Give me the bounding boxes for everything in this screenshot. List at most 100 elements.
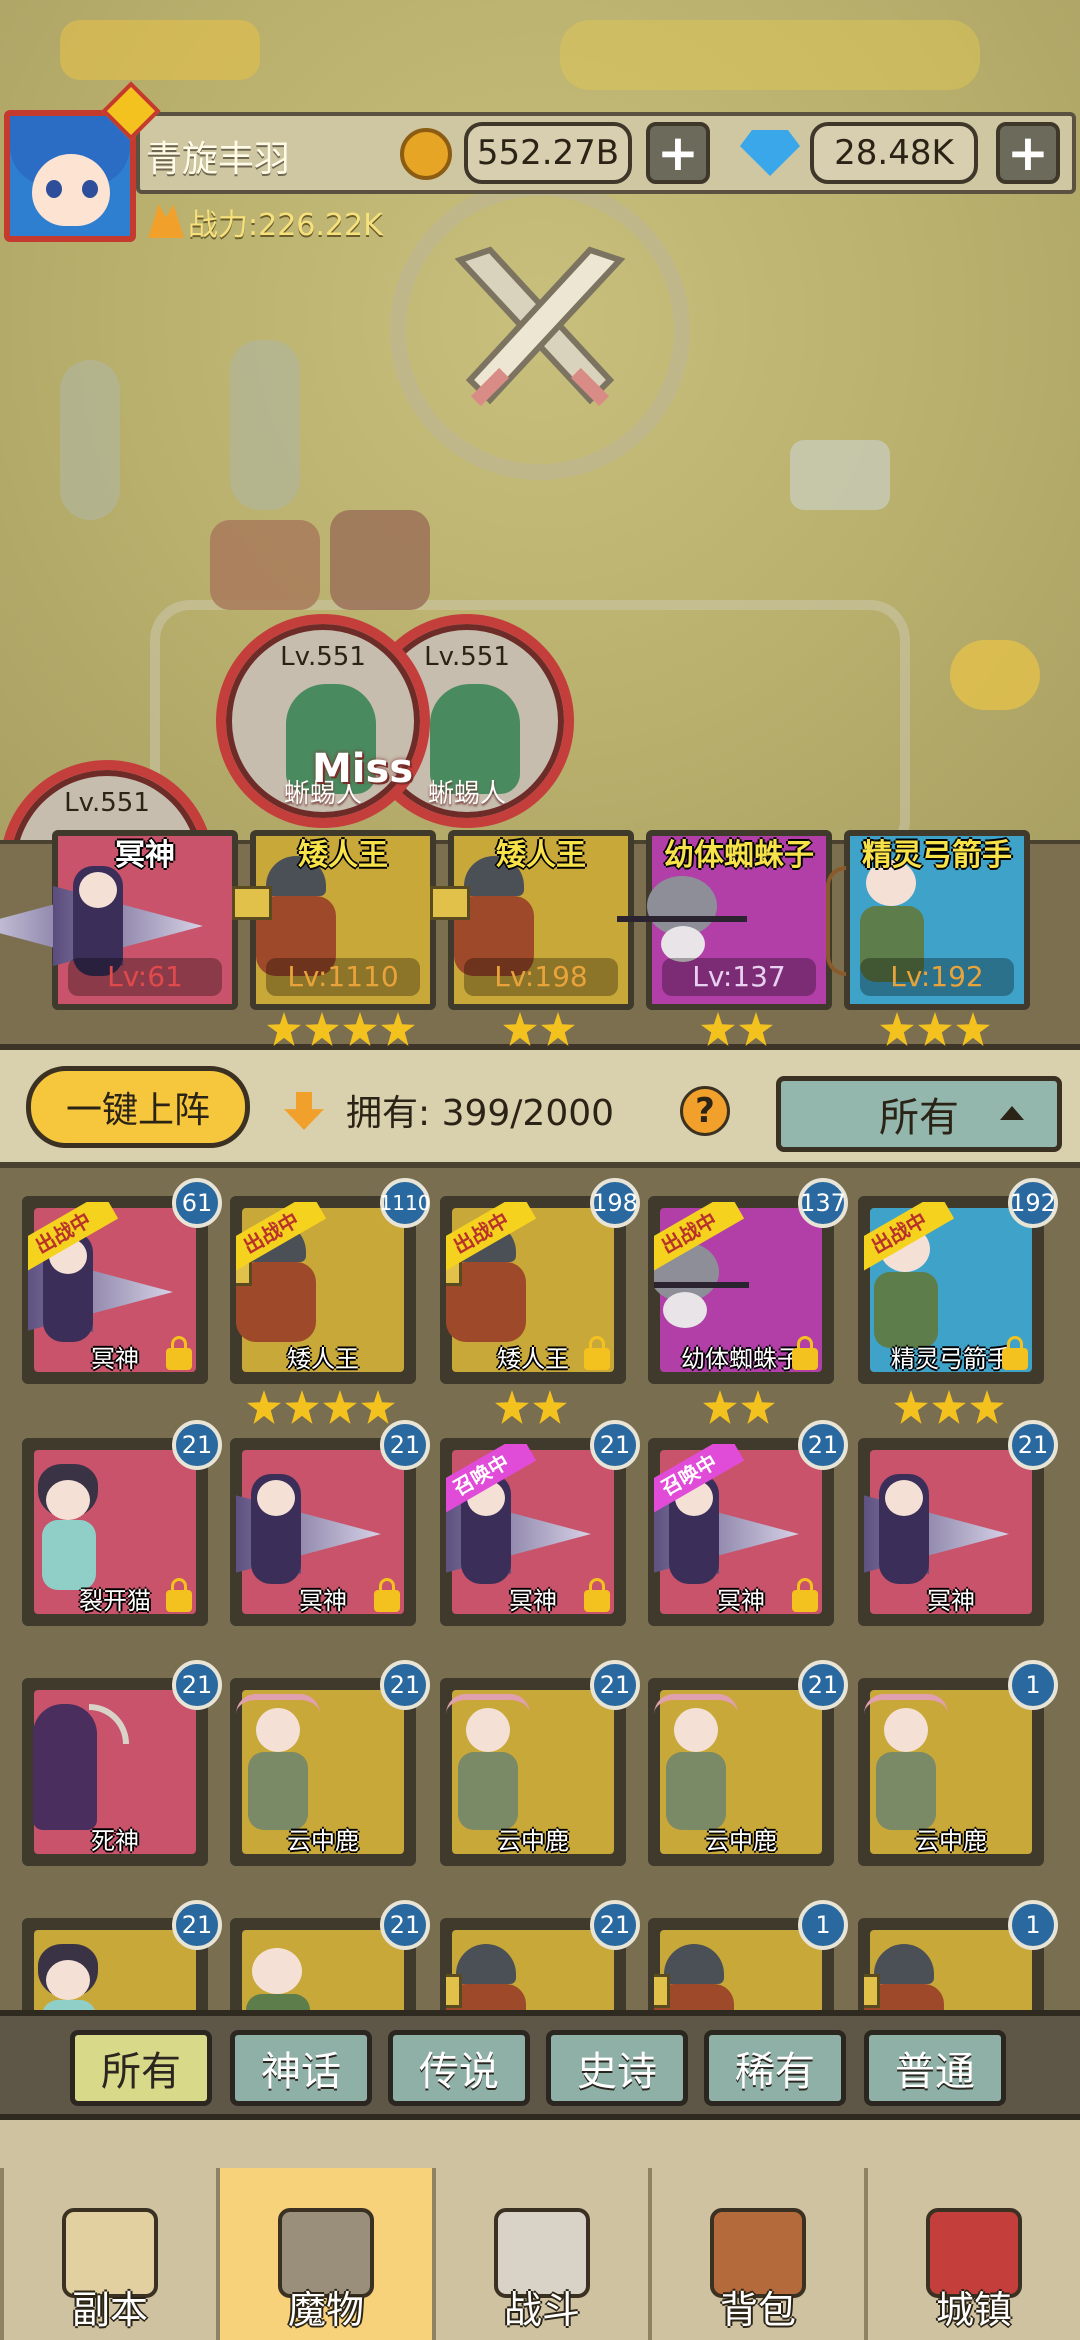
team-slot[interactable]: 矮人王 Lv:198 xyxy=(430,830,634,1010)
owned-value: 399/2000 xyxy=(441,1093,615,1134)
help-icon[interactable]: ? xyxy=(680,1086,730,1136)
star-rating xyxy=(247,1390,395,1424)
star-rating xyxy=(503,1012,575,1046)
cactus-decoration xyxy=(60,360,120,520)
level-badge: 61 xyxy=(172,1178,222,1228)
avatar-face xyxy=(32,154,110,226)
star-icon xyxy=(533,1390,567,1424)
nav-label: 背包 xyxy=(719,2288,796,2332)
filter-value: 所有 xyxy=(879,1095,959,1141)
monster-card[interactable]: 云中鹿 xyxy=(230,1678,416,1866)
rarity-tab[interactable]: 史诗 xyxy=(546,2030,688,2106)
nav-label: 副本 xyxy=(71,2288,148,2332)
reaper-character xyxy=(28,1694,133,1834)
monster-card[interactable]: 死神 xyxy=(22,1678,208,1866)
star-icon xyxy=(739,1012,773,1046)
monster-card[interactable]: 冥神 召唤中 xyxy=(440,1438,626,1626)
rarity-tab[interactable]: 稀有 xyxy=(704,2030,846,2106)
nav-town-shop[interactable]: 城镇 xyxy=(864,2168,1080,2340)
team-slot[interactable]: 精灵弓箭手 Lv:192 xyxy=(826,830,1030,1010)
dark-god-character xyxy=(236,1454,331,1594)
monster-card[interactable]: 冥神 xyxy=(230,1438,416,1626)
rarity-tab[interactable]: 传说 xyxy=(388,2030,530,2106)
rarity-tab[interactable]: 所有 xyxy=(70,2030,212,2106)
level-badge: 198 xyxy=(590,1178,640,1228)
dragon-skeleton-decoration xyxy=(60,20,260,80)
monster-grid[interactable]: 冥神 出战中 61 矮人王 出战中 1110 矮人王 出战中 198 幼体蜘蛛子 出战中 137 精灵弓… xyxy=(0,1168,1080,2018)
auto-deploy-button[interactable]: 一键上阵 xyxy=(26,1066,250,1148)
avatar-eye xyxy=(82,180,98,198)
star-icon xyxy=(285,1390,319,1424)
filter-dropdown[interactable]: 所有 xyxy=(776,1076,1062,1152)
monster-card[interactable]: 冥神 出战中 xyxy=(22,1196,208,1384)
star-icon xyxy=(541,1012,575,1046)
star-icon xyxy=(503,1012,537,1046)
nav-map[interactable]: 副本 xyxy=(0,2168,216,2340)
owned-count: 拥有: 399/2000 xyxy=(346,1084,614,1136)
cloud-deer-character xyxy=(864,1694,964,1834)
monster-card[interactable]: 矮人王 出战中 xyxy=(440,1196,626,1384)
monster-name: 云中鹿 xyxy=(287,1827,359,1855)
rarity-tab[interactable]: 神话 xyxy=(230,2030,372,2106)
star-icon xyxy=(267,1012,301,1046)
lock-icon[interactable] xyxy=(374,1578,400,1612)
cloud-deer-character xyxy=(654,1694,754,1834)
star-icon xyxy=(703,1390,737,1424)
nav-crossed-swords[interactable]: 战斗 xyxy=(432,2168,648,2340)
star-icon xyxy=(305,1012,339,1046)
lock-icon[interactable] xyxy=(584,1336,610,1370)
add-coins-button[interactable]: + xyxy=(646,122,710,184)
nav-label: 魔物 xyxy=(287,2288,364,2332)
team-slot[interactable]: 幼体蜘蛛子 Lv:137 xyxy=(617,830,832,1010)
monster-card[interactable]: 冥神 召唤中 xyxy=(648,1438,834,1626)
lock-icon[interactable] xyxy=(166,1336,192,1370)
monster-card[interactable]: 云中鹿 xyxy=(440,1678,626,1866)
team-slot-level: Lv:61 xyxy=(68,958,222,996)
lock-icon[interactable] xyxy=(792,1578,818,1612)
rarity-tab[interactable]: 普通 xyxy=(864,2030,1006,2106)
lock-icon[interactable] xyxy=(166,1578,192,1612)
monster-card[interactable]: 冥神 xyxy=(858,1438,1044,1626)
team-slot-name: 矮人王 xyxy=(298,838,388,873)
level-badge: 1 xyxy=(798,1900,848,1950)
star-icon xyxy=(894,1390,928,1424)
skull-icon xyxy=(950,640,1040,710)
dwarf-king-character xyxy=(864,1934,964,2018)
team-slot-name: 幼体蜘蛛子 xyxy=(664,838,814,873)
monster-name: 死神 xyxy=(91,1827,139,1855)
monster-card[interactable]: 幼体蜘蛛子 出战中 xyxy=(648,1196,834,1384)
star-icon xyxy=(361,1390,395,1424)
level-badge: 21 xyxy=(172,1900,222,1950)
monster-card[interactable]: 云中鹿 xyxy=(858,1678,1044,1866)
lock-icon[interactable] xyxy=(792,1336,818,1370)
level-badge: 1 xyxy=(1008,1660,1058,1710)
add-gems-button[interactable]: + xyxy=(996,122,1060,184)
star-icon xyxy=(381,1012,415,1046)
enemy-marker[interactable]: Lv.551 蜥蜴人 xyxy=(216,614,430,828)
level-badge: 21 xyxy=(590,1900,640,1950)
star-icon xyxy=(323,1390,357,1424)
team-slot[interactable]: 冥神 Lv:61 xyxy=(0,830,238,1010)
nav-backpack[interactable]: 背包 xyxy=(648,2168,864,2340)
monster-card[interactable]: 精灵弓箭手 出战中 xyxy=(858,1196,1044,1384)
monster-card[interactable]: 云中鹿 xyxy=(648,1678,834,1866)
combat-power: 战力:226.22K xyxy=(188,208,383,243)
monster-name: 云中鹿 xyxy=(497,1827,569,1855)
level-badge: 21 xyxy=(1008,1420,1058,1470)
crossed-swords-icon[interactable] xyxy=(440,230,640,430)
treasure-chest-icon[interactable] xyxy=(790,440,890,510)
player-avatar[interactable] xyxy=(4,110,136,242)
nav-monster-helmet[interactable]: 魔物 xyxy=(216,2168,432,2340)
lock-icon[interactable] xyxy=(1002,1336,1028,1370)
level-badge: 1 xyxy=(1008,1900,1058,1950)
team-slot[interactable]: 矮人王 Lv:1110 xyxy=(232,830,436,1010)
team-slot-level: Lv:198 xyxy=(464,958,618,996)
cat-girl-character xyxy=(28,1454,128,1594)
monster-name: 冥神 xyxy=(927,1587,975,1615)
level-badge: 21 xyxy=(590,1660,640,1710)
star-rating xyxy=(701,1012,773,1046)
monster-card[interactable]: 裂开猫 xyxy=(22,1438,208,1626)
lock-icon[interactable] xyxy=(584,1578,610,1612)
monster-card[interactable]: 矮人王 出战中 xyxy=(230,1196,416,1384)
cloud-deer-character xyxy=(446,1694,546,1834)
